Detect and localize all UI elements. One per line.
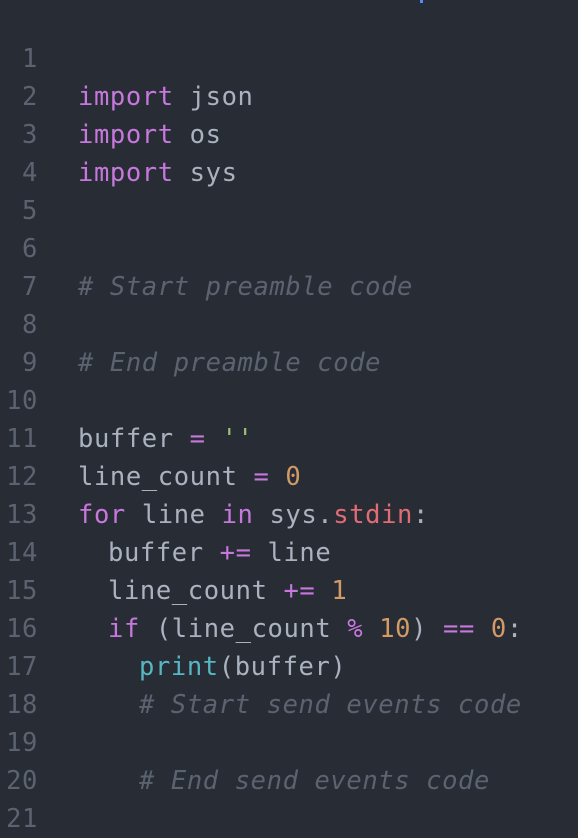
code-line-18[interactable]: 18	[0, 648, 578, 720]
code-line-5[interactable]: 5	[0, 154, 578, 226]
code-line-2[interactable]: 2 import os	[0, 40, 578, 150]
code-line-7[interactable]: 7	[0, 230, 578, 302]
code-line-14[interactable]: 14 line_count += 1	[0, 496, 578, 606]
code-line-3[interactable]: 3 import sys	[0, 78, 578, 188]
code-line-13[interactable]: 13 buffer += line	[0, 458, 578, 568]
code-line-17[interactable]: 17 # Start send events code	[0, 610, 578, 720]
code-editor[interactable]: 1 import json 2 import os 3 import sys 4…	[0, 0, 578, 838]
code-line-10[interactable]: 10 buffer = ''	[0, 344, 578, 454]
code-line-6[interactable]: 6 # Start preamble code	[0, 192, 578, 302]
code-line-21[interactable]: 21 buffer = ''	[0, 762, 578, 834]
code-line-16[interactable]: 16 print(buffer)	[0, 572, 578, 682]
code-line-8[interactable]: 8 # End preamble code	[0, 268, 578, 378]
code-line-20[interactable]: 20	[0, 724, 578, 796]
code-line-9[interactable]: 9	[0, 306, 578, 378]
code-line-15[interactable]: 15 if (line_count % 10) == 0:	[0, 534, 578, 644]
code-line-19[interactable]: 19 # End send events code	[0, 686, 578, 796]
code-line-1[interactable]: 1 import json	[0, 2, 578, 112]
code-line-11[interactable]: 11 line_count = 0	[0, 382, 578, 492]
code-line-12[interactable]: 12 for line in sys.stdin:	[0, 420, 578, 530]
code-line-22[interactable]: 22	[0, 800, 578, 838]
code-line-4[interactable]: 4	[0, 116, 578, 188]
